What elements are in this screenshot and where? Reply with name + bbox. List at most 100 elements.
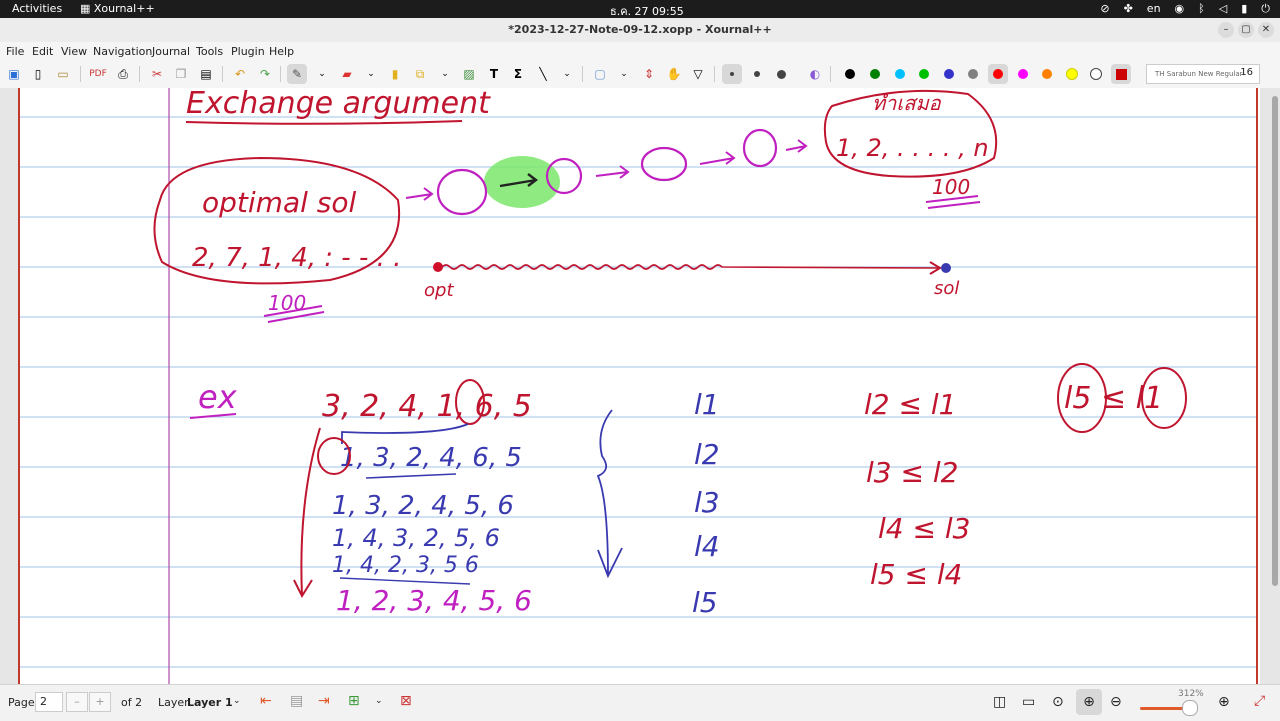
delete-layer-icon[interactable]: ⊠ <box>400 693 412 709</box>
menu-help[interactable]: Help <box>269 45 294 58</box>
select-options-chevron-icon[interactable]: ⌄ <box>435 64 455 84</box>
battery-icon[interactable]: ▮ <box>1241 2 1247 16</box>
final-inequality: l5 ≤ l1 <box>1064 381 1163 416</box>
page-decrement-button[interactable]: – <box>66 692 88 712</box>
ex-label: ex <box>198 378 238 416</box>
color-yellow[interactable] <box>1062 64 1082 84</box>
minimize-button[interactable]: – <box>1218 22 1234 38</box>
select-rect-icon[interactable]: ▢ <box>590 64 610 84</box>
font-size: 16 <box>1240 67 1253 78</box>
ineq-2: l3 ≤ l2 <box>866 456 958 489</box>
l-label-2: l2 <box>694 438 720 471</box>
app-icon: ▦ <box>80 2 94 15</box>
volume-icon[interactable]: ◁ <box>1219 2 1227 16</box>
menu-navigation[interactable]: Navigation <box>93 45 152 58</box>
color-gray[interactable] <box>963 64 983 84</box>
color-white[interactable] <box>1086 64 1106 84</box>
color-light-green[interactable] <box>914 64 934 84</box>
app-menu[interactable]: ▦ Xournal++ <box>80 2 155 15</box>
image-tool-icon[interactable]: ▨ <box>459 64 479 84</box>
hand-tool-icon[interactable]: ✋ <box>664 64 684 84</box>
color-orange[interactable] <box>1037 64 1057 84</box>
accessibility-icon[interactable]: ✤ <box>1124 2 1133 16</box>
system-top-bar: Activities ▦ Xournal++ ธ.ค. 27 09:55 ⊘ ✤… <box>0 0 1280 18</box>
export-pdf-icon[interactable]: PDF <box>88 64 108 84</box>
no-entry-icon[interactable]: ⊘ <box>1100 2 1109 16</box>
color-green[interactable] <box>865 64 885 84</box>
redo-icon[interactable]: ↷ <box>255 64 275 84</box>
tool-options-icon[interactable]: ▽ <box>688 64 708 84</box>
color-magenta[interactable] <box>1013 64 1033 84</box>
close-button[interactable]: ✕ <box>1258 22 1274 38</box>
system-tray[interactable]: ⊘ ✤ en ◉ ᛒ ◁ ▮ ⏻ <box>1100 2 1270 16</box>
color-blue[interactable] <box>939 64 959 84</box>
goto-first-layer-icon[interactable]: ⇤ <box>260 693 272 709</box>
paste-icon[interactable]: ▤ <box>196 64 216 84</box>
color-black[interactable] <box>840 64 860 84</box>
select-region-icon[interactable]: ⧉ <box>410 64 430 84</box>
new-layer-icon[interactable]: ⊞ <box>348 693 360 709</box>
zoom-out-icon[interactable]: ⊖ <box>1110 694 1122 710</box>
two-page-view-icon[interactable]: ◫ <box>993 694 1006 710</box>
open-folder-icon[interactable]: ▭ <box>53 64 73 84</box>
bluetooth-icon[interactable]: ᛒ <box>1198 2 1205 16</box>
opt-label: opt <box>424 280 454 301</box>
print-icon[interactable]: ⎙ <box>113 64 133 84</box>
latex-tool-icon[interactable]: Σ <box>508 64 528 84</box>
page-canvas[interactable]: Exchange argument optimal sol 2, 7, 1, 4… <box>0 88 1280 684</box>
new-layer-chevron-icon[interactable]: ⌄ <box>375 696 383 706</box>
line-tool-icon[interactable]: ╲ <box>533 64 553 84</box>
fullscreen-icon[interactable]: ⤢ <box>1254 693 1265 709</box>
undo-icon[interactable]: ↶ <box>230 64 250 84</box>
layer-chevron-icon[interactable]: ⌄ <box>233 696 241 706</box>
menu-tools[interactable]: Tools <box>196 45 223 58</box>
l-label-5: l5 <box>692 586 718 619</box>
save-icon[interactable]: ▣ <box>4 64 24 84</box>
layer-visibility-icon[interactable]: ▤ <box>290 693 303 709</box>
size-small-icon[interactable] <box>722 64 742 84</box>
copy-icon[interactable]: ❐ <box>171 64 191 84</box>
maximize-button[interactable]: ▢ <box>1238 22 1254 38</box>
cut-icon[interactable]: ✂ <box>147 64 167 84</box>
zoom-in-icon[interactable]: ⊕ <box>1218 694 1230 710</box>
menu-file[interactable]: File <box>6 45 24 58</box>
optimal-label: optimal sol <box>202 186 356 219</box>
power-icon[interactable]: ⏻ <box>1261 2 1270 16</box>
layer-select[interactable]: Layer 1 <box>187 696 233 709</box>
vertical-space-icon[interactable]: ⇕ <box>639 64 659 84</box>
handwriting-layer[interactable]: Exchange argument optimal sol 2, 7, 1, 4… <box>0 88 1280 684</box>
highlighter-tool-icon[interactable]: ▮ <box>385 64 405 84</box>
window-title: *2023-12-27-Note-09-12.xopp - Xournal++ <box>508 23 772 36</box>
eraser-tool-icon[interactable]: ▰ <box>337 64 357 84</box>
zoom-slider-handle[interactable] <box>1182 700 1198 716</box>
eraser-options-chevron-icon[interactable]: ⌄ <box>361 64 381 84</box>
menu-journal[interactable]: Journal <box>152 45 190 58</box>
menu-edit[interactable]: Edit <box>32 45 53 58</box>
new-document-icon[interactable]: ▯ <box>28 64 48 84</box>
color-custom[interactable] <box>1111 64 1131 84</box>
fill-toggle-icon[interactable]: ◐ <box>805 64 825 84</box>
vertical-scrollbar[interactable] <box>1272 96 1278 586</box>
presentation-mode-icon[interactable]: ▭ <box>1022 694 1035 710</box>
optimal-sequence: 2, 7, 1, 4, : - - . . <box>192 243 401 273</box>
goto-last-layer-icon[interactable]: ⇥ <box>318 693 330 709</box>
zoom-100-icon[interactable]: ⊕ <box>1076 689 1102 715</box>
size-large-icon[interactable] <box>771 64 791 84</box>
color-red[interactable] <box>988 64 1008 84</box>
font-selector[interactable]: TH Sarabun New Regular 16 <box>1146 64 1260 84</box>
shape-options-chevron-icon[interactable]: ⌄ <box>557 64 577 84</box>
color-light-blue[interactable] <box>890 64 910 84</box>
language-indicator[interactable]: en <box>1147 2 1161 16</box>
menu-view[interactable]: View <box>61 45 87 58</box>
page-number-input[interactable]: 2 <box>35 692 63 712</box>
text-tool-icon[interactable]: T <box>484 64 504 84</box>
size-medium-icon[interactable] <box>747 64 767 84</box>
pen-tool-icon[interactable]: ✎ <box>287 64 307 84</box>
activities-button[interactable]: Activities <box>12 2 62 15</box>
page-increment-button[interactable]: + <box>89 692 111 712</box>
zoom-fit-icon[interactable]: ⊙ <box>1052 694 1064 710</box>
menu-plugin[interactable]: Plugin <box>231 45 265 58</box>
select-rect-chevron-icon[interactable]: ⌄ <box>614 64 634 84</box>
pen-options-chevron-icon[interactable]: ⌄ <box>312 64 332 84</box>
wifi-icon[interactable]: ◉ <box>1175 2 1185 16</box>
